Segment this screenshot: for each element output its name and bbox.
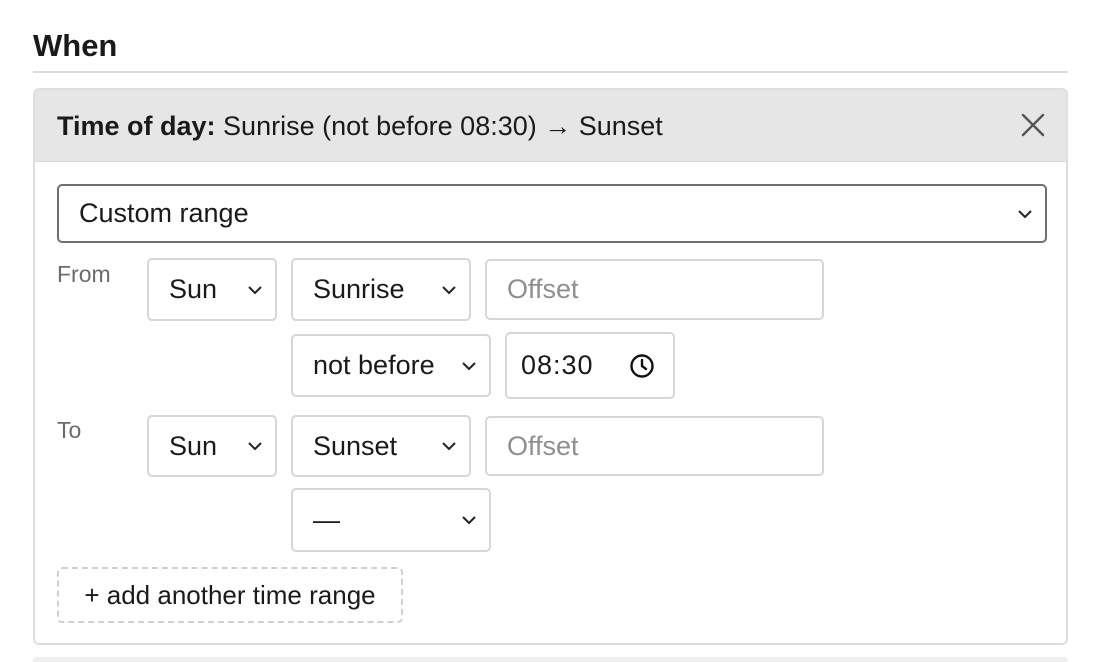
chevron-down-icon (248, 442, 262, 451)
from-day-value: Sun (169, 274, 218, 304)
time-of-day-card: Time of day: Sunrise (not before 08:30) … (33, 88, 1068, 645)
clock-icon[interactable] (629, 353, 655, 379)
add-time-range-button[interactable]: + add another time range (57, 567, 403, 623)
from-time-input[interactable]: 08:30 (505, 332, 675, 399)
chevron-down-icon (1018, 209, 1032, 218)
chevron-down-icon (462, 516, 476, 525)
header-summary: Sunrise (not before 08:30) → Sunset (215, 111, 663, 141)
card-header-title: Time of day: Sunrise (not before 08:30) … (57, 111, 663, 142)
to-offset-placeholder: Offset (507, 430, 579, 461)
from-offset-input[interactable]: Offset (485, 259, 824, 320)
from-day-select[interactable]: Sun (147, 258, 277, 321)
from-label: From (57, 261, 111, 287)
chevron-down-icon (442, 285, 456, 294)
header-label: Time of day: (57, 111, 216, 141)
to-constraint-value: — (313, 504, 340, 535)
from-time-value: 08:30 (521, 350, 594, 380)
to-label: To (57, 417, 82, 443)
from-event-value: Sunrise (313, 274, 405, 304)
from-event-select[interactable]: Sunrise (291, 258, 471, 321)
to-constraint-select[interactable]: — (291, 488, 491, 552)
section-divider (33, 71, 1068, 73)
to-offset-input[interactable]: Offset (485, 416, 824, 476)
from-constraint-select[interactable]: not before (291, 334, 491, 397)
chevron-down-icon (248, 285, 262, 294)
next-card-edge (33, 657, 1068, 662)
card-header[interactable]: Time of day: Sunrise (not before 08:30) … (35, 90, 1066, 162)
to-day-value: Sun (169, 430, 218, 461)
section-title: When (33, 28, 118, 63)
to-day-select[interactable]: Sun (147, 415, 277, 477)
from-offset-placeholder: Offset (507, 274, 579, 304)
chevron-down-icon (442, 442, 456, 451)
chevron-down-icon (462, 361, 476, 370)
to-event-value: Sunset (313, 430, 398, 461)
range-mode-value: Custom range (79, 198, 249, 228)
from-constraint-value: not before (313, 350, 435, 380)
range-mode-select[interactable]: Custom range (57, 184, 1047, 243)
to-event-select[interactable]: Sunset (291, 415, 471, 477)
close-icon[interactable] (1018, 110, 1048, 140)
